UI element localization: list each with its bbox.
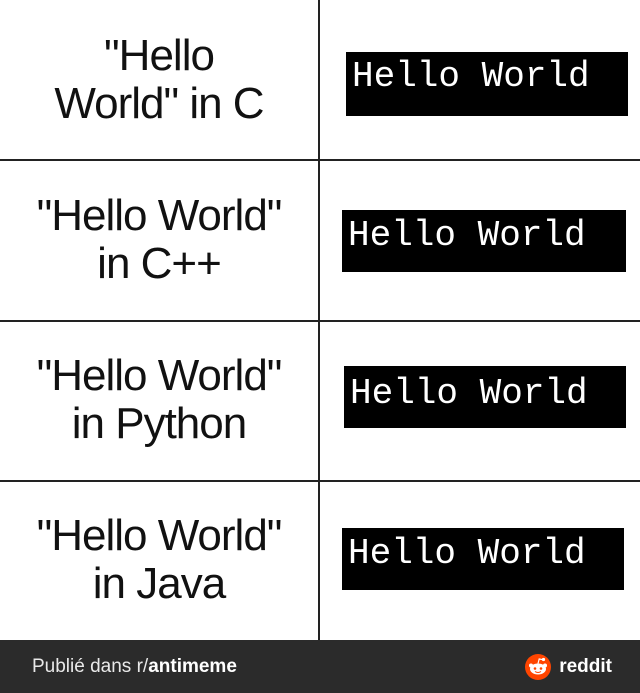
terminal-output: Hello World: [342, 210, 626, 272]
meme-image: "Hello World" in C Hello World "Hello Wo…: [0, 0, 640, 640]
label-line: "Hello World": [36, 351, 283, 400]
posted-in-prefix: Publié dans r/: [32, 655, 149, 677]
posted-in-text[interactable]: Publié dans r/antimeme: [32, 656, 237, 678]
terminal-output: Hello World: [346, 52, 628, 116]
label-line: in Python: [71, 399, 247, 448]
label-line: "Hello World": [36, 511, 283, 560]
label-line: in C++: [97, 239, 222, 288]
reddit-alien-icon: [525, 653, 552, 680]
reddit-wordmark: reddit: [559, 655, 612, 677]
terminal-output: Hello World: [342, 528, 624, 590]
reddit-brand[interactable]: reddit: [525, 653, 612, 680]
label-line: "Hello World": [36, 191, 283, 240]
footer-bar: Publié dans r/antimeme reddit: [0, 640, 640, 693]
panel-python: "Hello World" in Python Hello World: [0, 320, 640, 480]
terminal-output: Hello World: [344, 366, 626, 428]
panel-c: "Hello World" in C Hello World: [0, 0, 640, 160]
subreddit-name[interactable]: antimeme: [148, 656, 237, 677]
panel-label: "Hello World" in Python: [0, 320, 318, 480]
label-line: "Hello: [104, 31, 215, 80]
label-line: World" in C: [54, 79, 264, 128]
panel-label: "Hello World" in C++: [0, 160, 318, 320]
panel-label: "Hello World" in Java: [0, 480, 318, 640]
panel-label: "Hello World" in C: [0, 0, 318, 160]
panel-java: "Hello World" in Java Hello World: [0, 480, 640, 640]
label-line: in Java: [92, 559, 226, 608]
panel-cpp: "Hello World" in C++ Hello World: [0, 160, 640, 320]
